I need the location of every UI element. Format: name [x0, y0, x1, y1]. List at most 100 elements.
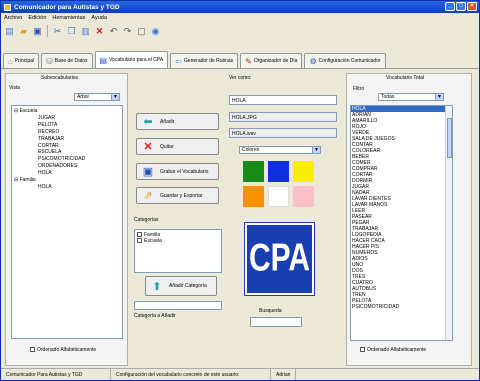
tree-node-category[interactable]: ⊟ Familia: [14, 177, 120, 184]
tree-node[interactable]: ESCUELA: [14, 149, 120, 156]
pictogram-text: CPA: [248, 236, 311, 280]
status-bar: Comunicador Para Autistas y TGD Configur…: [1, 368, 479, 380]
export-icon: ⇗: [143, 190, 153, 202]
delete-icon[interactable]: ✕: [94, 26, 105, 37]
open-icon[interactable]: ▰: [18, 26, 29, 37]
tree-node[interactable]: CORTAR: [14, 143, 120, 150]
save-export-button[interactable]: ⇗ Guardar y Exportar: [136, 187, 219, 204]
tree-node[interactable]: PELOTA: [14, 122, 120, 129]
category-input[interactable]: [134, 301, 222, 310]
left-sort-row[interactable]: Ordenado Alfabéticamente: [30, 347, 96, 353]
view-select[interactable]: Árbol ▼: [74, 93, 120, 101]
tab-organizador-dia[interactable]: ✎ Organizador de Día: [240, 53, 303, 68]
tree-node[interactable]: TRABAJAR: [14, 136, 120, 143]
vocabulary-items: HOLA ADRIAN AMARILLO ROJO VERDE SALA DE JUEGO…: [351, 106, 446, 310]
search-input[interactable]: [250, 317, 302, 327]
cut-icon[interactable]: ✂: [52, 26, 63, 37]
filter-label: Filtro: [353, 86, 365, 92]
right-sort-row[interactable]: Ordenado Alfabéticamente: [360, 347, 426, 353]
categories-list[interactable]: Familia Escuela: [134, 229, 222, 273]
status-message: Configuración del vocabulario concreto d…: [111, 369, 271, 380]
word-field[interactable]: HOLA: [229, 95, 337, 105]
category-add-label: Categoría a Añadir: [134, 313, 176, 319]
tab-strip: ⌂ Principal ⛁ Base de Datos ▤ Vocabulario p…: [1, 51, 479, 69]
color-swatch-blue[interactable]: [268, 161, 289, 182]
tree-node-label: Escuela: [19, 108, 38, 114]
close-button[interactable]: ×: [467, 2, 477, 11]
color-swatch-yellow[interactable]: [293, 161, 314, 182]
left-sort-checkbox[interactable]: [30, 347, 35, 353]
tree-node[interactable]: HOLA: [14, 184, 120, 191]
tab-label: Organizador de Día: [253, 58, 298, 64]
save-icon[interactable]: ▣: [32, 26, 43, 37]
tree-node[interactable]: ORDENADORES: [14, 163, 120, 170]
pictogram-image: CPA: [245, 223, 314, 295]
vocabulary-item[interactable]: PSICOMOTRICIDAD: [351, 304, 446, 310]
category-checkbox[interactable]: [137, 238, 142, 244]
status-user: Adrian: [271, 369, 297, 380]
maximize-button[interactable]: □: [456, 2, 466, 11]
save-icon: ▣: [142, 166, 154, 178]
image-file-field[interactable]: HOLA.JPG: [229, 112, 337, 122]
save-vocabulary-button[interactable]: ▣ Grabar el Vocabulario: [136, 163, 219, 180]
menu-herramientas[interactable]: Herramientas: [52, 15, 85, 21]
categories-label: Categorías: [134, 217, 159, 223]
paste-icon[interactable]: ▥: [80, 26, 91, 37]
category-item[interactable]: Escuela: [137, 238, 219, 244]
sound-file-field[interactable]: HOLA.wav: [229, 128, 337, 138]
tab-label: Vocabulario para el CPA: [109, 57, 164, 63]
menu-edicion[interactable]: Edición: [28, 15, 46, 21]
app-icon: [4, 3, 11, 11]
color-swatch-orange[interactable]: [243, 186, 264, 207]
tab-base-de-datos[interactable]: ⛁ Base de Datos: [41, 53, 93, 68]
tree-node[interactable]: HOLA: [14, 170, 120, 177]
routine-icon: ⇦: [175, 56, 182, 66]
subvocabulary-tree[interactable]: ⊟ Escuela JUGAR PELOTA RECREO TRABAJAR C…: [11, 105, 123, 339]
window-title: Comunicador para Autistas y TGD: [14, 3, 120, 11]
scrollbar[interactable]: [445, 106, 452, 340]
copy-icon[interactable]: ❐: [66, 26, 77, 37]
menu-bar: Archivo Edición Herramientas Ayuda: [1, 13, 479, 22]
remove-button[interactable]: ✕ Quitar: [136, 138, 219, 155]
app-window: Comunicador para Autistas y TGD _ □ × Ar…: [0, 0, 480, 381]
chevron-down-icon: ▼: [111, 94, 119, 100]
total-vocabulary-list[interactable]: HOLA ADRIAN AMARILLO ROJO VERDE SALA DE JUEGO…: [350, 105, 453, 341]
menu-archivo[interactable]: Archivo: [4, 15, 22, 21]
add-category-button[interactable]: ⬆ Añadir Categoría: [145, 276, 217, 296]
arrow-left-icon: ⬅: [143, 116, 153, 128]
minimize-button[interactable]: _: [445, 2, 455, 11]
right-sort-label: Ordenado Alfabéticamente: [367, 347, 427, 353]
redo-icon[interactable]: ↷: [122, 26, 133, 37]
tab-principal[interactable]: ⌂ Principal: [3, 53, 40, 68]
total-vocabulary-title: Vocabulario Total: [386, 75, 424, 81]
right-sort-checkbox[interactable]: [360, 347, 365, 353]
remove-button-label: Quitar: [160, 143, 174, 150]
tree-node[interactable]: JUGAR: [14, 115, 120, 122]
tab-generador-rutinas[interactable]: ⇦ Generador de Rutinas: [170, 53, 239, 68]
tree-node[interactable]: PSICOMOTRICIDAD: [14, 156, 120, 163]
tree-node-category[interactable]: ⊟ Escuela: [14, 108, 120, 115]
database-icon: ⛁: [46, 56, 53, 66]
category-checkbox[interactable]: [137, 232, 142, 238]
filter-select[interactable]: Todas ▼: [378, 93, 444, 101]
color-select[interactable]: Colores ▼: [239, 146, 321, 154]
tab-vocabulario[interactable]: ▤ Vocabulario para el CPA: [94, 51, 169, 68]
menu-ayuda[interactable]: Ayuda: [91, 15, 107, 21]
tab-label: Principal: [14, 58, 35, 64]
add-category-label: Añadir Categoría: [169, 283, 207, 289]
color-swatch-white[interactable]: [268, 186, 289, 207]
close-icon: ✕: [143, 141, 153, 153]
config-icon: ⚙: [309, 56, 317, 66]
new-icon[interactable]: ▤: [4, 26, 15, 37]
tree-node[interactable]: RECREO: [14, 129, 120, 136]
help-icon[interactable]: ◉: [150, 26, 161, 37]
scrollbar-thumb[interactable]: [447, 118, 452, 158]
color-swatch-pink[interactable]: [293, 186, 314, 207]
left-sort-label: Ordenado Alfabéticamente: [37, 347, 97, 353]
tree-node-label: Familia: [19, 177, 36, 184]
undo-icon[interactable]: ↶: [108, 26, 119, 37]
window-icon[interactable]: ▢: [136, 26, 147, 37]
tab-configuracion[interactable]: ⚙ Configuración Comunicador: [304, 53, 386, 68]
color-swatch-green[interactable]: [243, 161, 264, 182]
add-button[interactable]: ⬅ Añadir: [136, 113, 219, 130]
